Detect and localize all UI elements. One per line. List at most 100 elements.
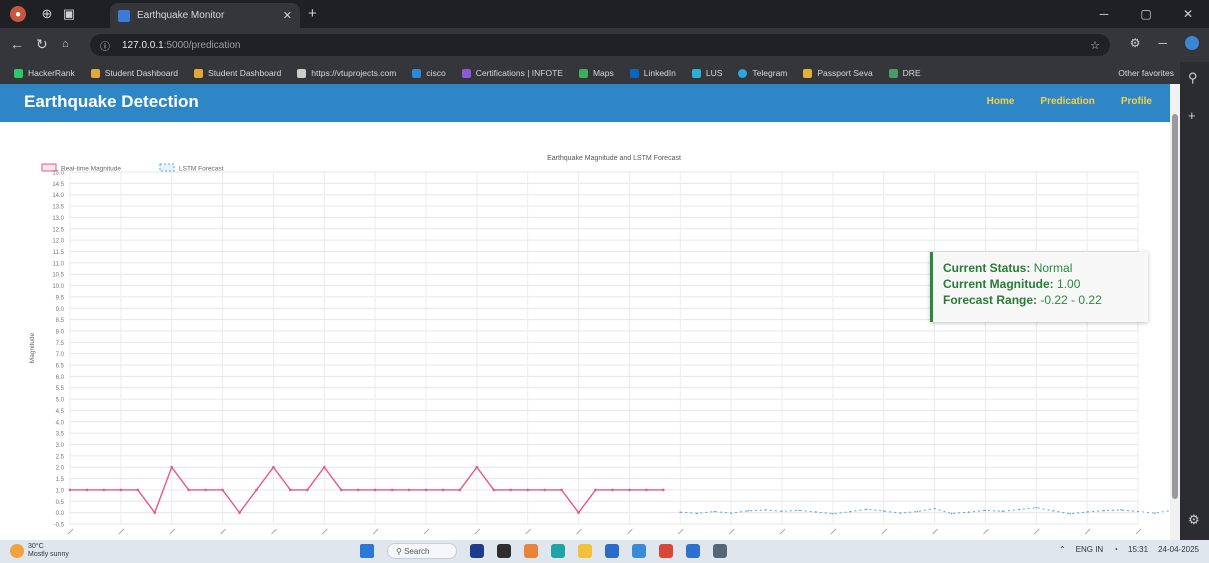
search-label: Search xyxy=(404,547,430,556)
x-tick-label xyxy=(321,528,328,535)
nav-links: Home Predication Profile xyxy=(987,96,1152,107)
x-tick-label xyxy=(830,528,837,535)
new-tab-icon[interactable]: + xyxy=(308,5,317,22)
bookmark-item[interactable]: Passport Seva xyxy=(803,68,873,78)
app-icon[interactable] xyxy=(497,544,511,558)
app-icon[interactable] xyxy=(605,544,619,558)
forecast-point xyxy=(899,512,902,514)
other-favorites[interactable]: Other favorites xyxy=(1118,68,1174,78)
close-tab-icon[interactable]: ✕ xyxy=(283,9,292,22)
maximize-icon[interactable]: ▢ xyxy=(1125,0,1167,28)
app-icon[interactable] xyxy=(632,544,646,558)
app-icon[interactable] xyxy=(659,544,673,558)
forecast-point xyxy=(916,510,919,513)
forecast-point xyxy=(781,510,783,513)
bookmark-label: Passport Seva xyxy=(817,68,873,78)
y-tick-label: 0.0 xyxy=(56,511,65,517)
bookmark-item[interactable]: Student Dashboard xyxy=(90,68,178,78)
x-tick-label xyxy=(423,528,430,535)
app-icon[interactable] xyxy=(470,544,484,558)
clock-date[interactable]: 24-04-2025 xyxy=(1158,545,1199,554)
app-icon[interactable] xyxy=(524,544,538,558)
search-icon[interactable]: ⚲ xyxy=(1188,70,1198,86)
y-tick-label: 11.0 xyxy=(53,261,65,267)
forecast-point xyxy=(865,508,868,511)
x-tick-label xyxy=(474,528,481,535)
bookmark-item[interactable]: cisco xyxy=(412,68,446,78)
maps-icon xyxy=(578,68,588,78)
y-tick-label: 10.5 xyxy=(52,273,64,279)
x-tick-label xyxy=(525,528,532,535)
home-icon[interactable]: ⌂ xyxy=(62,38,69,50)
magnitude-point xyxy=(153,511,157,514)
site-brand[interactable]: Earthquake Detection xyxy=(24,92,199,112)
site-info-icon[interactable]: ⓘ xyxy=(100,38,110,53)
nav-profile[interactable]: Profile xyxy=(1121,96,1152,107)
add-icon[interactable]: + xyxy=(1188,108,1196,123)
forecast-point xyxy=(1120,509,1122,511)
chevron-up-icon[interactable]: ⌃ xyxy=(1059,545,1066,554)
bookmark-label: LinkedIn xyxy=(643,68,676,78)
copilot-icon[interactable] xyxy=(1185,36,1199,50)
bookmark-item[interactable]: Student Dashboard xyxy=(194,68,281,78)
extensions-icon[interactable]: ⚙ xyxy=(1130,36,1141,50)
forecast-point xyxy=(950,512,953,515)
taskbar-search[interactable]: ⚲ Search xyxy=(387,543,457,559)
bookmark-item[interactable]: https://vtuprojects.com xyxy=(297,68,396,78)
weather-widget[interactable]: 30°C Mostly sunny xyxy=(10,543,69,559)
profile-avatar-icon[interactable]: ● xyxy=(10,6,26,22)
bookmark-item[interactable]: LUS xyxy=(691,68,722,78)
settings-icon[interactable]: ⚙ xyxy=(1188,512,1200,528)
y-tick-label: 5.0 xyxy=(56,398,65,404)
nav-predication[interactable]: Predication xyxy=(1040,96,1094,107)
telegram-icon xyxy=(738,68,748,78)
wifi-icon[interactable]: ◔ xyxy=(1113,545,1118,554)
magnitude-point xyxy=(102,488,106,492)
weather-desc: Mostly sunny xyxy=(28,551,69,558)
folder-icon[interactable] xyxy=(578,544,592,558)
bookmark-label: Certifications | INFOTE xyxy=(475,68,563,78)
bookmark-item[interactable]: HackerRank xyxy=(14,68,75,78)
minimize-icon[interactable]: ─ xyxy=(1083,0,1125,28)
edge-icon[interactable] xyxy=(551,544,565,558)
clock-time[interactable]: 15:31 xyxy=(1128,545,1148,554)
x-tick-label xyxy=(169,528,176,535)
passport-icon xyxy=(803,68,813,78)
magnitude-point xyxy=(306,488,309,492)
close-window-icon[interactable]: ✕ xyxy=(1167,0,1209,28)
x-tick-label xyxy=(627,528,633,535)
favorite-star-icon[interactable]: ☆ xyxy=(1090,39,1100,52)
address-bar[interactable]: ⓘ 127.0.0.1:5000/predication ☆ xyxy=(90,34,1110,56)
bookmark-item[interactable]: Telegram xyxy=(738,68,787,78)
tab-actions-icon[interactable]: ▣ xyxy=(58,3,80,25)
lang-indicator[interactable]: ENG IN xyxy=(1076,545,1104,554)
more-icon[interactable]: ─ xyxy=(1158,36,1167,50)
bookmark-item[interactable]: LinkedIn xyxy=(629,68,676,78)
tab-earthquake-monitor[interactable]: Earthquake Monitor ✕ xyxy=(110,3,300,28)
window-controls: ─ ▢ ✕ xyxy=(1083,0,1209,28)
bookmark-item[interactable]: Certifications | INFOTE xyxy=(461,68,563,78)
y-tick-label: 3.5 xyxy=(56,432,65,438)
magnitude-point xyxy=(594,488,597,492)
magnitude-row: Current Magnitude: 1.00 xyxy=(943,276,1138,292)
taskbar-apps: ⚲ Search xyxy=(360,543,727,559)
bookmark-item[interactable]: Maps xyxy=(578,68,614,78)
x-tick-label xyxy=(1135,528,1142,535)
x-tick-label xyxy=(1033,528,1040,535)
app-icon[interactable] xyxy=(686,544,700,558)
back-icon[interactable]: ← xyxy=(10,36,24,52)
refresh-icon[interactable]: ↻ xyxy=(36,36,48,53)
page-scrollbar[interactable] xyxy=(1170,84,1180,540)
x-tick-label xyxy=(271,528,277,535)
legend-swatch xyxy=(41,163,57,172)
nav-home[interactable]: Home xyxy=(987,96,1015,107)
y-tick-label: 5.5 xyxy=(56,386,65,392)
bookmark-item[interactable]: DRE xyxy=(888,68,921,78)
workspaces-icon[interactable]: ⊕ xyxy=(36,3,58,25)
x-tick-label xyxy=(932,528,938,535)
start-icon[interactable] xyxy=(360,544,374,558)
y-tick-label: 10.0 xyxy=(52,284,64,290)
magnitude-point xyxy=(509,488,513,492)
app-icon[interactable] xyxy=(713,544,727,558)
scrollbar-thumb[interactable] xyxy=(1172,114,1178,499)
